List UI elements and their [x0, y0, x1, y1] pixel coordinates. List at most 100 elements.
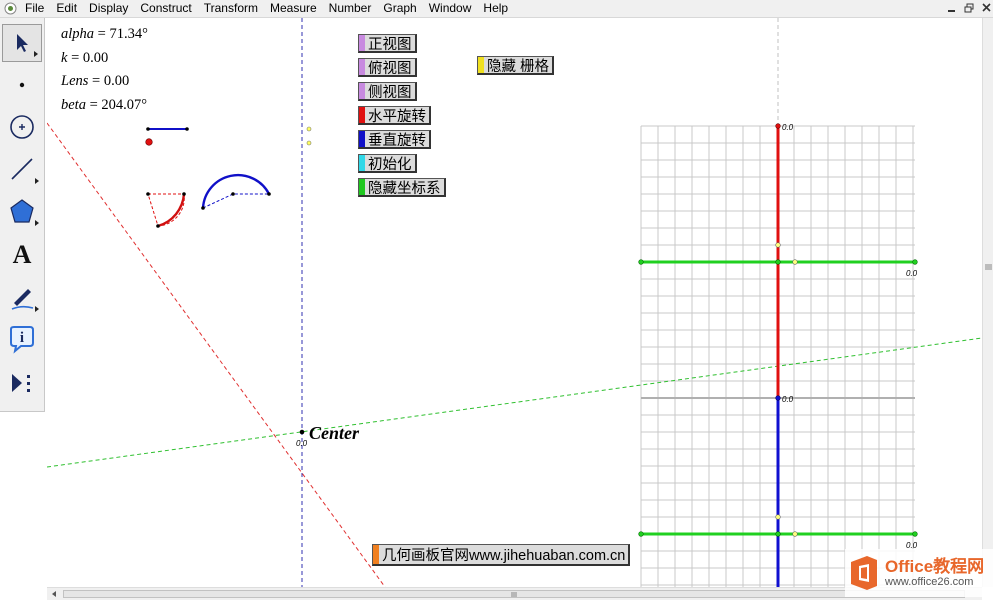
menu-graph[interactable]: Graph: [383, 0, 416, 17]
straightedge-tool-icon: [11, 158, 33, 180]
menu-number[interactable]: Number: [329, 0, 372, 17]
red-dashed-line: [47, 122, 386, 587]
button-color-swatch: [373, 545, 379, 564]
measurement-var: Lens: [61, 73, 89, 89]
measurement-lens[interactable]: Lens = 0.00: [61, 73, 129, 90]
green-dashed-line: [47, 337, 982, 468]
menu-help[interactable]: Help: [483, 0, 508, 17]
measurement-k[interactable]: k = 0.00: [61, 50, 108, 67]
hide-axes-button[interactable]: 隐藏坐标系: [358, 178, 446, 197]
center-label: Center: [309, 423, 360, 443]
yellow-point[interactable]: [306, 140, 312, 146]
hide-grid-button[interactable]: 隐藏 栅格: [477, 56, 555, 75]
button-color-swatch: [359, 35, 365, 51]
website-label: 几何画板官网www.jihehuaban.com.cn: [382, 548, 626, 564]
tool-menu-indicator-icon: [34, 51, 38, 57]
slider-endpoint[interactable]: [146, 127, 150, 131]
compass-tool-icon: [10, 115, 34, 139]
app-icon: [4, 2, 17, 15]
close-button[interactable]: [979, 1, 993, 15]
information-tool-icon: i: [10, 326, 34, 354]
polygon-tool[interactable]: [2, 192, 42, 230]
menu-window[interactable]: Window: [429, 0, 472, 17]
watermark-text: Office教程网 www.office26.com: [885, 557, 984, 589]
marker-tool[interactable]: [2, 278, 42, 316]
custom-tool-icon: [12, 374, 30, 392]
yellow-point[interactable]: [306, 126, 312, 132]
axis-value-label: 0.0: [782, 123, 794, 132]
scrollbar-thumb[interactable]: [63, 590, 965, 598]
close-icon: [982, 3, 991, 12]
measurement-beta[interactable]: beta = 204.07°: [61, 97, 147, 114]
arc-point: [231, 192, 235, 196]
vertical-rotate-button[interactable]: 垂直旋转: [358, 130, 431, 149]
menu-edit[interactable]: Edit: [56, 0, 77, 17]
button-label: 垂直旋转: [368, 132, 426, 149]
straightedge-tool[interactable]: [2, 150, 42, 188]
center-point[interactable]: [299, 429, 305, 435]
axis-value-label: 0.0: [782, 395, 794, 404]
slider-endpoint[interactable]: [185, 127, 189, 131]
text-tool-icon: A: [12, 240, 32, 269]
compass-tool[interactable]: [2, 108, 42, 146]
minimize-icon: [948, 10, 955, 12]
horizontal-rotate-button[interactable]: 水平旋转: [358, 106, 431, 125]
button-label: 侧视图: [368, 84, 412, 101]
sketch-drawing: 0.0 0.0 0.0 0.0 Center 0.0: [47, 18, 982, 587]
button-color-swatch: [359, 83, 365, 99]
measurement-value: = 0.00: [88, 73, 130, 89]
button-color-swatch: [359, 155, 365, 171]
axis-value-label: 0.0: [906, 269, 918, 278]
selection-arrow-tool[interactable]: [2, 24, 42, 62]
arc-point: [201, 206, 205, 210]
sector-point: [156, 224, 160, 228]
marker-tool-icon: [11, 289, 34, 310]
menu-transform[interactable]: Transform: [204, 0, 258, 17]
measurement-alpha[interactable]: alpha = 71.34°: [61, 26, 148, 43]
watermark-url: www.office26.com: [885, 576, 974, 588]
menu-file[interactable]: File: [25, 0, 44, 17]
side-view-button[interactable]: 侧视图: [358, 82, 417, 101]
minimize-button[interactable]: [944, 1, 959, 15]
sketch-canvas[interactable]: 0.0 0.0 0.0 0.0 Center 0.0 alpha = 71.34…: [47, 18, 982, 587]
tool-menu-indicator-icon: [35, 220, 39, 226]
measurement-value: = 71.34°: [94, 26, 148, 42]
blue-arc-chord: [202, 193, 269, 209]
center-value-label: 0.0: [296, 439, 308, 448]
tool-menu-indicator-icon: [35, 306, 39, 312]
scrollbar-grip-icon: [985, 264, 992, 270]
button-label: 隐藏坐标系: [368, 180, 441, 197]
button-label: 俯视图: [368, 60, 412, 77]
office-logo-icon: [851, 556, 877, 590]
button-label: 水平旋转: [368, 108, 426, 125]
tool-menu-indicator-icon: [35, 178, 39, 184]
vertical-scrollbar[interactable]: [982, 18, 993, 587]
menu-display[interactable]: Display: [89, 0, 128, 17]
menu-construct[interactable]: Construct: [140, 0, 191, 17]
information-tool[interactable]: i: [2, 320, 42, 358]
front-view-button[interactable]: 正视图: [358, 34, 417, 53]
restore-button[interactable]: [962, 1, 977, 15]
custom-tool[interactable]: [2, 364, 42, 402]
button-color-swatch: [359, 107, 365, 123]
sector-point: [182, 192, 186, 196]
scrollbar-grip-icon: [511, 592, 517, 597]
measurement-var: alpha: [61, 26, 95, 42]
point-tool[interactable]: [2, 66, 42, 104]
top-view-button[interactable]: 俯视图: [358, 58, 417, 77]
watermark: Office教程网 www.office26.com: [845, 549, 993, 597]
scroll-left-icon[interactable]: [50, 590, 58, 598]
watermark-title: Office教程网: [885, 557, 985, 576]
initialize-button[interactable]: 初始化: [358, 154, 417, 173]
website-link-button[interactable]: 几何画板官网www.jihehuaban.com.cn: [372, 544, 631, 566]
horizontal-scrollbar[interactable]: [47, 587, 982, 600]
polygon-tool-icon: [10, 199, 34, 223]
red-control-point[interactable]: [145, 138, 153, 146]
button-color-swatch: [478, 57, 484, 73]
menu-measure[interactable]: Measure: [270, 0, 317, 17]
information-tool-glyph: i: [20, 330, 24, 346]
button-label: 正视图: [368, 36, 412, 53]
text-tool[interactable]: A: [2, 236, 42, 274]
measurement-value: = 204.07°: [85, 97, 148, 113]
red-arc: [157, 193, 186, 228]
